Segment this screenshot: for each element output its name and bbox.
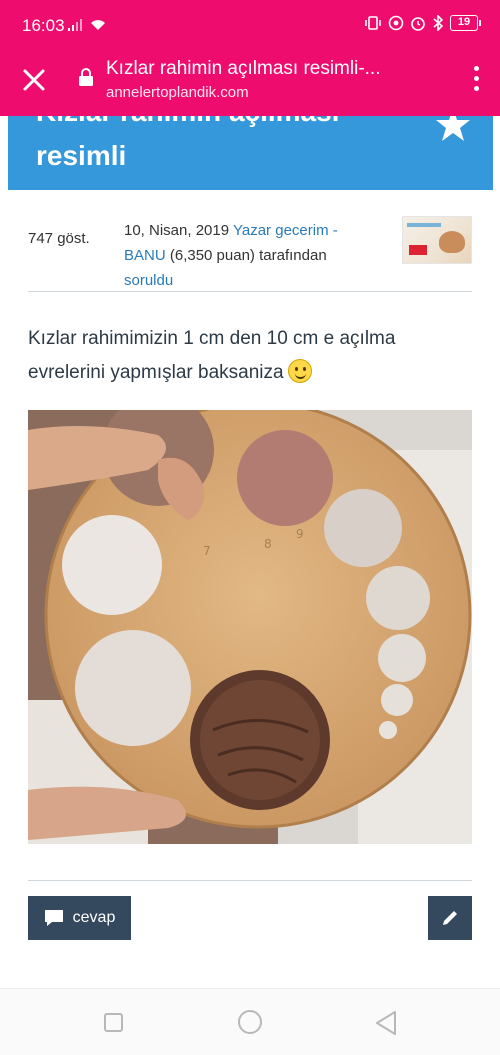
reply-label: cevap xyxy=(72,909,116,926)
status-right-icons: 19 xyxy=(364,15,481,31)
question-meta: 747 göst. 10, Nisan, 2019 Yazar gecerim … xyxy=(28,214,472,292)
back-icon[interactable] xyxy=(374,1010,398,1036)
star-icon[interactable] xyxy=(435,116,471,142)
system-nav-bar xyxy=(0,988,500,1055)
edit-button[interactable] xyxy=(428,896,472,940)
by-label: tarafından xyxy=(259,247,327,264)
battery-indicator: 19 xyxy=(450,15,481,31)
author-avatar[interactable] xyxy=(402,216,472,264)
close-icon[interactable] xyxy=(20,66,48,94)
author-link[interactable]: BANU xyxy=(124,247,166,264)
question-photo[interactable]: 7 8 9 xyxy=(28,410,472,844)
author-points: (6,350 puan) xyxy=(169,247,255,264)
question-body-text: Kızlar rahimimizin 1 cm den 10 cm e açıl… xyxy=(28,328,396,383)
status-left-icons xyxy=(68,19,106,31)
wifi-icon xyxy=(91,20,105,30)
page-url[interactable]: annelertoplandik.com xyxy=(106,84,249,101)
lock-icon xyxy=(79,68,93,86)
alarm-icon xyxy=(411,17,425,31)
recents-button[interactable] xyxy=(104,1013,123,1032)
question-info: 10, Nisan, 2019 Yazar gecerim - BANU (6,… xyxy=(124,218,374,293)
question-date: 10, Nisan, 2019 xyxy=(124,222,230,239)
home-button[interactable] xyxy=(238,1010,262,1034)
data-saver-icon xyxy=(388,15,404,31)
svg-text:8: 8 xyxy=(264,537,272,551)
status-time: 16:03 xyxy=(22,16,65,35)
category-link[interactable]: Yazar gecerim - xyxy=(233,222,338,239)
photo-illustration: 7 8 9 xyxy=(28,410,472,844)
reply-button[interactable]: cevap xyxy=(28,896,131,940)
view-count: 747 göst. xyxy=(28,230,90,247)
signal-icon xyxy=(68,19,82,31)
pencil-icon xyxy=(443,911,457,925)
smiley-icon xyxy=(287,359,312,383)
vibrate-icon xyxy=(365,16,381,30)
question-body: Kızlar rahimimizin 1 cm den 10 cm e açıl… xyxy=(28,322,472,390)
question-title-line1: Kızlar rahimin açılması xyxy=(36,116,339,128)
divider xyxy=(28,880,472,881)
status-bar: 16:03 19 xyxy=(0,0,500,48)
svg-text:9: 9 xyxy=(296,527,304,541)
comment-icon xyxy=(44,910,63,926)
browser-address-bar: Kızlar rahimin açılması resimli-... anne… xyxy=(0,48,500,116)
bluetooth-icon xyxy=(433,15,444,31)
question-title-line2: resimli xyxy=(36,140,127,171)
page-title[interactable]: Kızlar rahimin açılması resimli-... xyxy=(106,58,381,80)
svg-text:7: 7 xyxy=(203,544,211,558)
overflow-menu-icon[interactable] xyxy=(472,66,480,96)
question-title-banner: Kızlar rahimin açılması resimli xyxy=(8,116,493,190)
asked-link[interactable]: soruldu xyxy=(124,272,173,289)
